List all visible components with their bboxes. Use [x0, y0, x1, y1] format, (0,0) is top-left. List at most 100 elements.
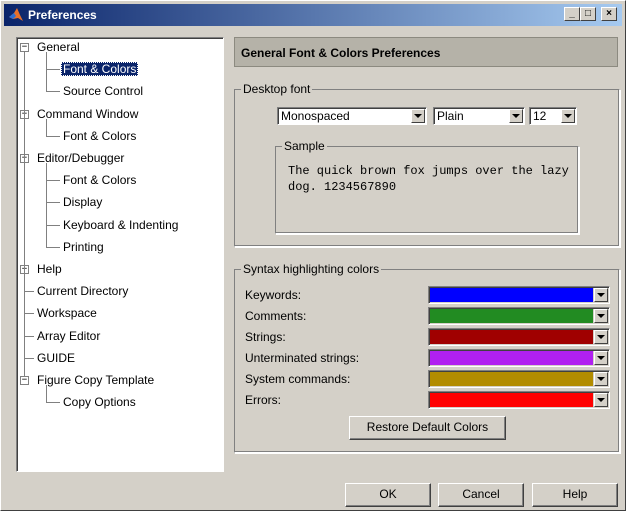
chevron-down-icon[interactable]: [594, 330, 608, 344]
minimize-button[interactable]: _: [564, 7, 580, 21]
syntax-label-keywords: Keywords:: [245, 288, 302, 302]
tree-connector: [46, 180, 60, 182]
font-style-select[interactable]: Plain: [433, 107, 525, 125]
sample-group: Sample The quick brown fox jumps over th…: [275, 139, 579, 234]
tree-connector: [24, 313, 34, 315]
tree-item-display[interactable]: Display: [61, 193, 104, 211]
color-swatch: [430, 393, 593, 407]
chevron-down-icon[interactable]: [594, 288, 608, 302]
minimize-icon: _: [569, 8, 575, 19]
tree-item-printing[interactable]: Printing: [61, 238, 106, 256]
tree-item-keyboard-indenting[interactable]: Keyboard & Indenting: [61, 216, 180, 234]
tree-item-label: Command Window: [37, 106, 139, 121]
tree-item-label: Workspace: [37, 306, 97, 321]
window-title: Preferences: [28, 8, 97, 22]
font-size-select[interactable]: 12: [529, 107, 577, 125]
color-picker-comments[interactable]: [428, 307, 610, 325]
title-bar[interactable]: Preferences _ □ ×: [4, 4, 622, 26]
tree-item-array-editor[interactable]: Array Editor: [35, 327, 102, 345]
tree-item-help[interactable]: Help: [35, 260, 64, 278]
color-picker-unterminated-strings[interactable]: [428, 349, 610, 367]
maximize-button[interactable]: □: [580, 7, 596, 21]
color-swatch: [430, 351, 593, 365]
color-swatch: [430, 330, 593, 344]
color-picker-keywords[interactable]: [428, 286, 610, 304]
tree-connector: [46, 246, 60, 248]
chevron-down-icon[interactable]: [561, 109, 575, 123]
tree-item-label: Display: [63, 195, 103, 210]
tree-item-editor-debugger[interactable]: Editor/Debugger: [35, 149, 126, 167]
tree-item-label: Help: [37, 262, 62, 276]
restore-default-colors-button[interactable]: Restore Default Colors: [349, 416, 506, 440]
color-swatch: [430, 309, 593, 323]
tree-connector: [46, 202, 60, 204]
tree-connector: [46, 91, 60, 93]
tree-connector: [46, 402, 60, 404]
ok-button[interactable]: OK: [345, 483, 431, 507]
panel-header: General Font & Colors Preferences: [234, 37, 618, 67]
color-picker-errors[interactable]: [428, 391, 610, 409]
font-name-select[interactable]: Monospaced: [277, 107, 427, 125]
help-button[interactable]: Help: [532, 483, 618, 507]
sample-label: Sample: [282, 139, 327, 153]
collapse-icon[interactable]: −: [20, 43, 29, 52]
color-swatch: [430, 372, 593, 386]
font-size-value: 12: [533, 109, 547, 123]
tree-item-label: Copy Options: [63, 395, 136, 410]
tree-item-label: Font & Colors: [61, 62, 139, 77]
syntax-label-comments: Comments:: [245, 309, 307, 323]
tree-connector: [24, 335, 34, 337]
chevron-down-icon[interactable]: [411, 109, 425, 123]
tree-connector: [24, 291, 34, 293]
tree-item-label: Figure Copy Template: [37, 373, 155, 387]
tree-item-label: Font & Colors: [63, 128, 137, 143]
tree-connector: [46, 224, 60, 226]
tree-item-figure-copy-template[interactable]: Figure Copy Template: [35, 371, 156, 389]
preferences-window: Preferences _ □ × General − Font & Colors S…: [0, 0, 626, 511]
font-name-value: Monospaced: [281, 109, 350, 123]
close-button[interactable]: ×: [601, 7, 617, 21]
sample-text: The quick brown fox jumps over the lazy …: [288, 164, 569, 194]
tree-item-font-colors[interactable]: Font & Colors: [61, 127, 138, 145]
tree-item-font-colors[interactable]: Font & Colors: [61, 171, 138, 189]
chevron-down-icon[interactable]: [594, 393, 608, 407]
tree-item-command-window[interactable]: Command Window: [35, 105, 140, 123]
matlab-logo-icon: [9, 8, 23, 21]
tree-item-label: Keyboard & Indenting: [63, 217, 179, 232]
tree-connector: [46, 385, 47, 403]
panel-title: General Font & Colors Preferences: [241, 46, 441, 60]
tree-connector: [46, 163, 47, 247]
syntax-label-system-commands: System commands:: [245, 372, 351, 386]
tree-item-label: Array Editor: [37, 328, 101, 343]
tree-item-label: General: [37, 40, 80, 54]
tree-item-guide[interactable]: GUIDE: [35, 349, 77, 367]
syntax-colors-group: Syntax highlighting colors Keywords: Comm…: [234, 262, 620, 453]
tree-connector: [24, 357, 34, 359]
tree-item-label: Editor/Debugger: [37, 151, 125, 165]
tree-connector: [46, 118, 47, 136]
syntax-label-strings: Strings:: [245, 330, 286, 344]
tree-item-label: GUIDE: [37, 350, 76, 365]
syntax-label-unterminated-strings: Unterminated strings:: [245, 351, 360, 365]
tree-item-general[interactable]: General: [35, 38, 82, 56]
close-icon: ×: [606, 8, 612, 19]
tree-item-workspace[interactable]: Workspace: [35, 304, 99, 322]
color-picker-strings[interactable]: [428, 328, 610, 346]
tree-item-copy-options[interactable]: Copy Options: [61, 393, 138, 411]
chevron-down-icon[interactable]: [594, 351, 608, 365]
tree-item-current-directory[interactable]: Current Directory: [35, 282, 130, 300]
tree-item-source-control[interactable]: Source Control: [61, 82, 145, 100]
font-style-value: Plain: [437, 109, 464, 123]
syntax-colors-label: Syntax highlighting colors: [241, 262, 382, 276]
tree-connector: [24, 52, 25, 376]
preferences-tree[interactable]: General − Font & Colors Source Control Comma…: [16, 37, 224, 472]
collapse-icon[interactable]: −: [20, 376, 29, 385]
tree-connector: [46, 135, 60, 137]
chevron-down-icon[interactable]: [509, 109, 523, 123]
chevron-down-icon[interactable]: [594, 309, 608, 323]
cancel-button[interactable]: Cancel: [438, 483, 524, 507]
tree-connector: [46, 69, 60, 71]
tree-item-font-colors[interactable]: Font & Colors: [61, 60, 139, 78]
color-picker-system-commands[interactable]: [428, 370, 610, 388]
chevron-down-icon[interactable]: [594, 372, 608, 386]
